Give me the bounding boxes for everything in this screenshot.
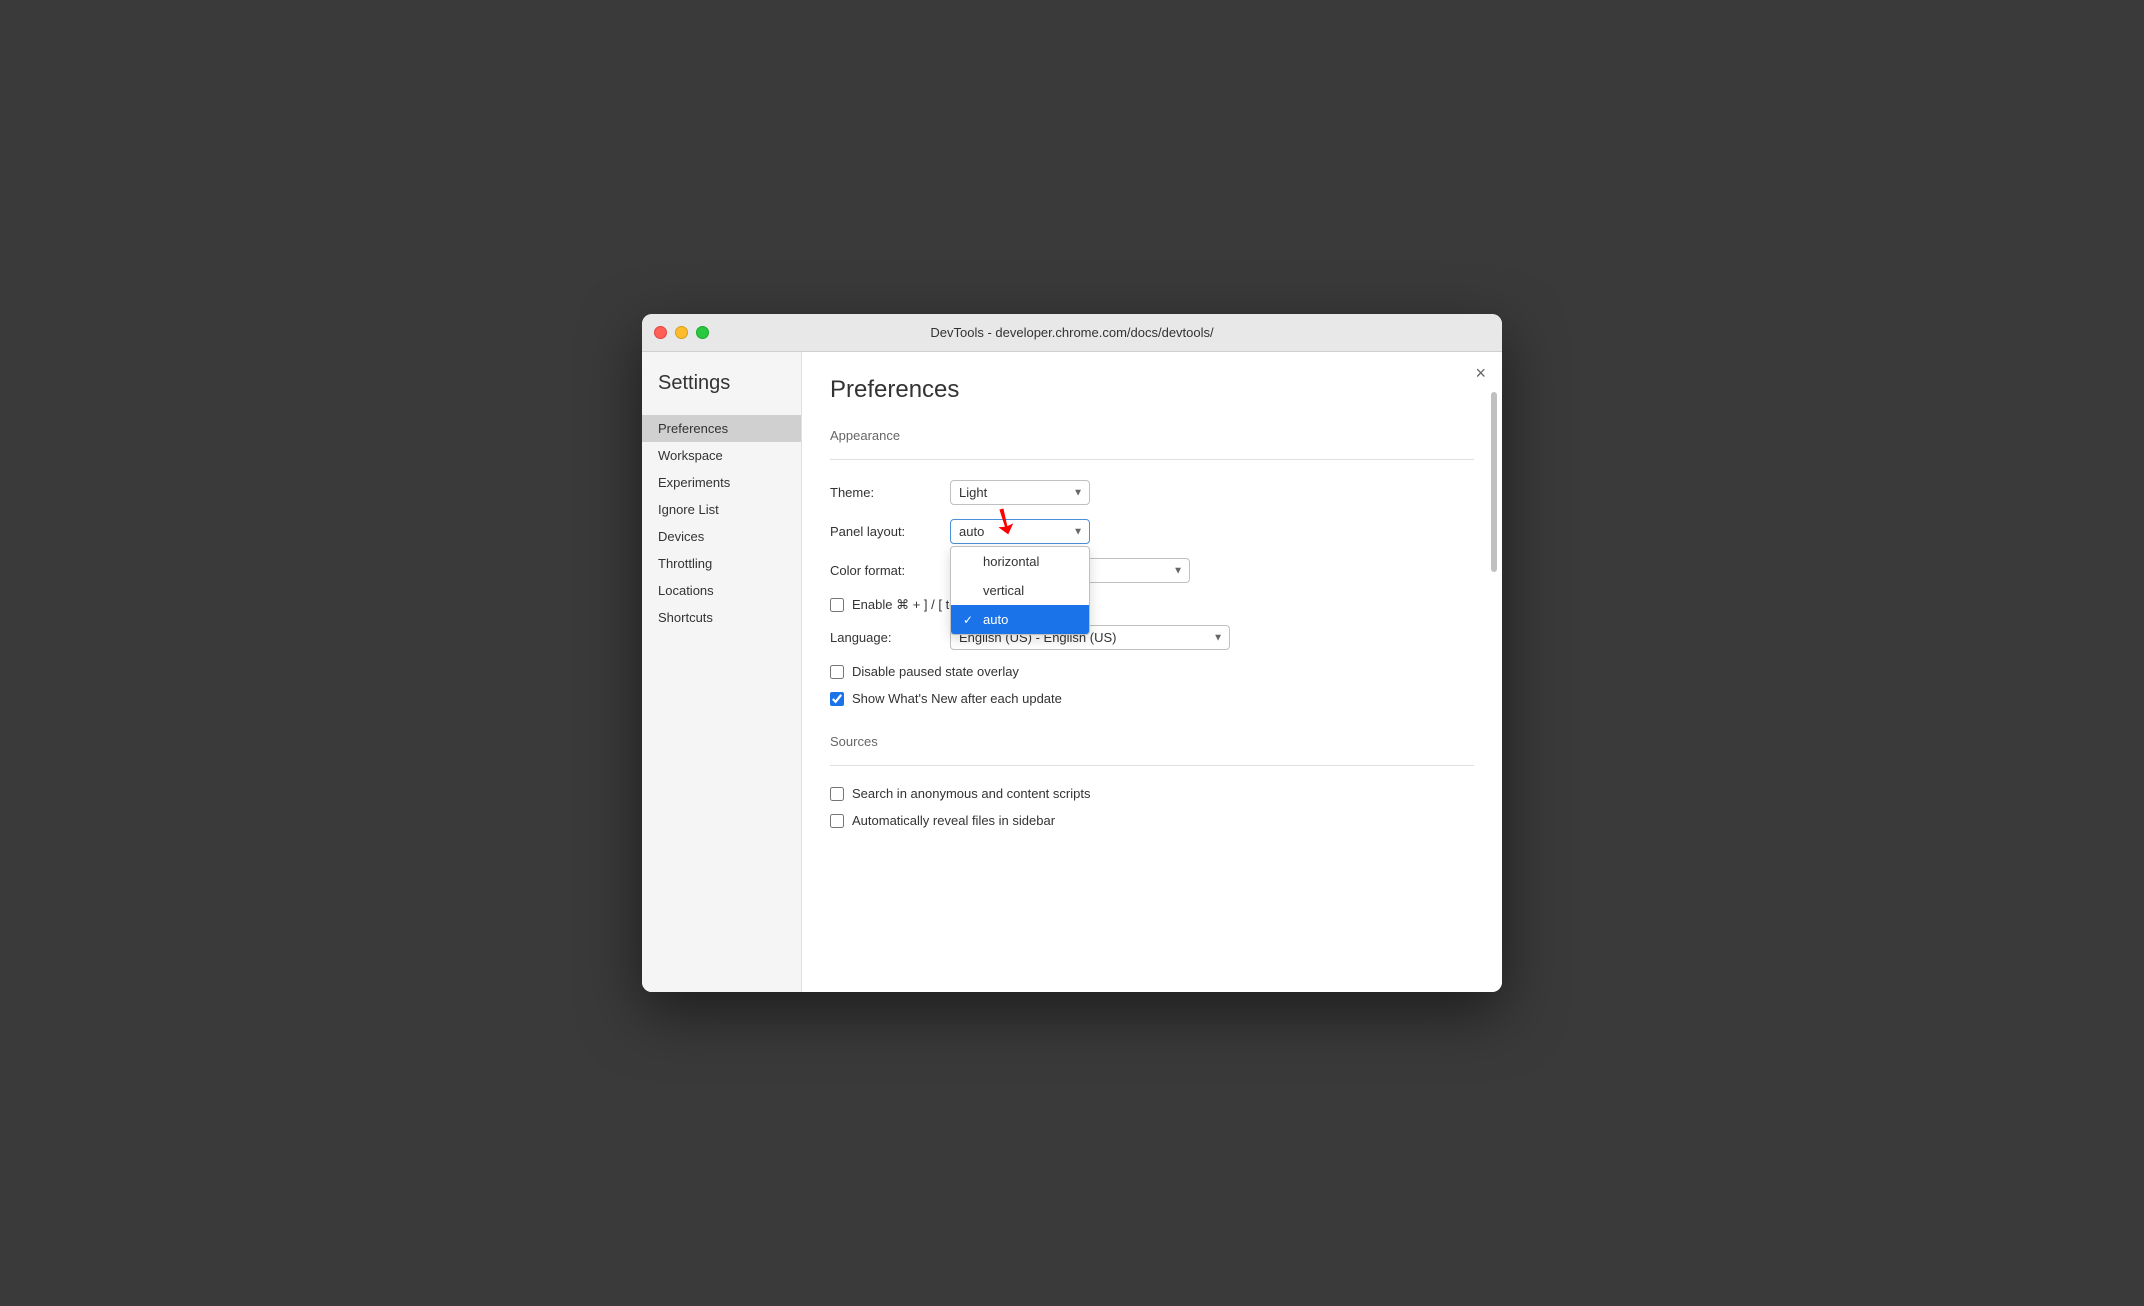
traffic-lights xyxy=(654,326,709,339)
theme-row: Theme: Light Dark System preference ▼ xyxy=(830,480,1474,505)
language-label: Language: xyxy=(830,630,950,645)
sidebar: Settings Preferences Workspace Experimen… xyxy=(642,352,802,992)
show-whats-new-label: Show What's New after each update xyxy=(852,691,1062,706)
auto-reveal-checkbox[interactable] xyxy=(830,814,844,828)
sources-section: Sources Search in anonymous and content … xyxy=(830,730,1474,828)
maximize-button[interactable] xyxy=(696,326,709,339)
vertical-label: vertical xyxy=(983,583,1024,598)
auto-check: ✓ xyxy=(963,613,977,627)
auto-reveal-row: Automatically reveal files in sidebar xyxy=(830,813,1474,828)
devtools-window: DevTools - developer.chrome.com/docs/dev… xyxy=(642,314,1502,992)
sidebar-item-throttling[interactable]: Throttling xyxy=(642,550,801,577)
search-anonymous-row: Search in anonymous and content scripts xyxy=(830,786,1474,801)
panel-layout-select[interactable]: horizontal vertical auto xyxy=(950,519,1090,544)
scrollbar-track xyxy=(1491,392,1497,992)
enable-cmd-checkbox[interactable] xyxy=(830,598,844,612)
horizontal-label: horizontal xyxy=(983,554,1039,569)
sidebar-item-shortcuts[interactable]: Shortcuts xyxy=(642,604,801,631)
disable-paused-checkbox[interactable] xyxy=(830,665,844,679)
sidebar-title: Settings xyxy=(642,372,801,415)
sidebar-item-preferences[interactable]: Preferences xyxy=(642,415,801,442)
dropdown-item-vertical[interactable]: vertical xyxy=(951,576,1089,605)
disable-paused-row: Disable paused state overlay xyxy=(830,664,1474,679)
auto-label: auto xyxy=(983,612,1008,627)
scrollbar-thumb[interactable] xyxy=(1491,392,1497,572)
search-anonymous-label: Search in anonymous and content scripts xyxy=(852,786,1090,801)
titlebar: DevTools - developer.chrome.com/docs/dev… xyxy=(642,314,1502,352)
sidebar-item-ignore-list[interactable]: Ignore List xyxy=(642,496,801,523)
page-title: Preferences xyxy=(830,376,1474,404)
panel-layout-row: Panel layout: horizontal vertical auto ▼… xyxy=(830,519,1474,544)
auto-reveal-label: Automatically reveal files in sidebar xyxy=(852,813,1055,828)
theme-select-wrapper: Light Dark System preference ▼ xyxy=(950,480,1090,505)
scrollbar[interactable] xyxy=(1490,392,1498,992)
minimize-button[interactable] xyxy=(675,326,688,339)
color-format-label: Color format: xyxy=(830,563,950,578)
main-content: × Preferences Appearance Theme: Light Da… xyxy=(802,352,1502,992)
window-body: Settings Preferences Workspace Experimen… xyxy=(642,352,1502,992)
show-whats-new-checkbox[interactable] xyxy=(830,692,844,706)
window-title: DevTools - developer.chrome.com/docs/dev… xyxy=(930,325,1213,340)
close-settings-button[interactable]: × xyxy=(1475,364,1486,382)
dropdown-item-horizontal[interactable]: horizontal xyxy=(951,547,1089,576)
sources-section-title: Sources xyxy=(830,730,1474,749)
sidebar-item-workspace[interactable]: Workspace xyxy=(642,442,801,469)
language-row: Language: English (US) - English (US) ▼ xyxy=(830,625,1474,650)
color-format-row: Color format: ▼ xyxy=(830,558,1474,583)
theme-label: Theme: xyxy=(830,485,950,500)
sidebar-item-locations[interactable]: Locations xyxy=(642,577,801,604)
sources-divider xyxy=(830,765,1474,766)
sidebar-item-experiments[interactable]: Experiments xyxy=(642,469,801,496)
appearance-divider xyxy=(830,459,1474,460)
theme-select[interactable]: Light Dark System preference xyxy=(950,480,1090,505)
appearance-section-title: Appearance xyxy=(830,424,1474,443)
enable-cmd-row: Enable ⌘ + ] / [ to switch panels xyxy=(830,597,1474,613)
close-button[interactable] xyxy=(654,326,667,339)
dropdown-item-auto[interactable]: ✓ auto xyxy=(951,605,1089,634)
search-anonymous-checkbox[interactable] xyxy=(830,787,844,801)
panel-layout-dropdown: horizontal vertical ✓ auto xyxy=(950,546,1090,635)
disable-paused-label: Disable paused state overlay xyxy=(852,664,1019,679)
panel-layout-select-wrapper: horizontal vertical auto ▼ horizontal xyxy=(950,519,1090,544)
show-whats-new-row: Show What's New after each update xyxy=(830,691,1474,706)
sidebar-item-devices[interactable]: Devices xyxy=(642,523,801,550)
panel-layout-label: Panel layout: xyxy=(830,524,950,539)
